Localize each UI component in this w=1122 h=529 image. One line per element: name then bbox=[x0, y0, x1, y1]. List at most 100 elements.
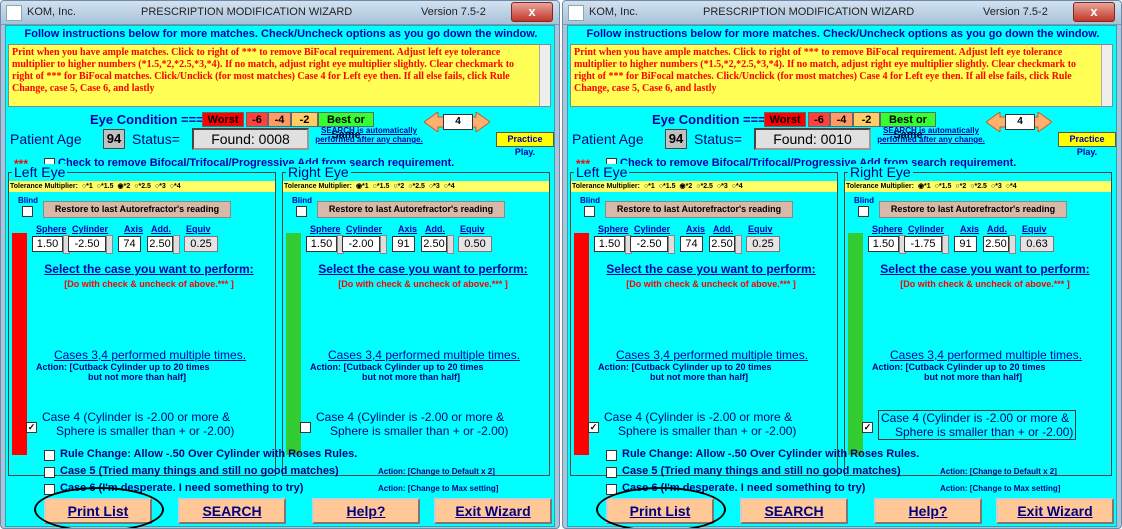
left-rx-input-2[interactable]: 74 bbox=[680, 236, 703, 252]
tolerance-radio-0[interactable]: ◉*1 bbox=[918, 183, 931, 190]
left-rx-header-3: Add. bbox=[713, 224, 733, 234]
tolerance-radio-5[interactable]: ○*4 bbox=[444, 183, 455, 190]
title-bar[interactable]: KOM, Inc. PRESCRIPTION MODIFICATION WIZAR… bbox=[563, 1, 1121, 25]
tolerance-radio-4[interactable]: ○*3 bbox=[991, 183, 1002, 190]
left-restore-button[interactable]: Restore to last Autorefractor's reading bbox=[43, 201, 231, 218]
right-rx-spinner-3[interactable] bbox=[447, 235, 454, 254]
tolerance-radio-1[interactable]: ○*1.5 bbox=[373, 183, 390, 190]
case6-checkbox[interactable] bbox=[44, 484, 55, 495]
left-blind-checkbox[interactable] bbox=[584, 206, 595, 217]
tolerance-radio-5[interactable]: ○*4 bbox=[170, 183, 181, 190]
tolerance-radio-0[interactable]: ○*1 bbox=[82, 183, 93, 190]
exit-wizard-button[interactable]: Exit Wizard bbox=[434, 498, 552, 524]
right-rx-input-0[interactable]: 1.50 bbox=[306, 236, 337, 252]
left-case4-label[interactable]: Case 4 (Cylinder is -2.00 or more & Spher… bbox=[42, 410, 234, 438]
exit-wizard-button[interactable]: Exit Wizard bbox=[996, 498, 1114, 524]
right-cases34-heading: Cases 3,4 performed multiple times. bbox=[889, 348, 1083, 362]
tolerance-radio-1[interactable]: ○*1.5 bbox=[935, 183, 952, 190]
left-rx-header-1: Cylinder bbox=[72, 224, 109, 234]
search-button[interactable]: SEARCH bbox=[740, 498, 848, 524]
instructions-scrollbar[interactable] bbox=[539, 45, 550, 106]
print-list-button[interactable]: Print List bbox=[44, 498, 152, 524]
right-blind-checkbox[interactable] bbox=[296, 206, 307, 217]
practice-play-button[interactable]: Practice Play. bbox=[1058, 132, 1116, 157]
left-case4-checkbox[interactable]: ✓ bbox=[588, 422, 599, 433]
right-rx-input-2[interactable]: 91 bbox=[392, 236, 415, 252]
left-rx-input-3[interactable]: 2.50 bbox=[709, 236, 735, 252]
right-case4-label[interactable]: Case 4 (Cylinder is -2.00 or more & Spher… bbox=[878, 410, 1077, 440]
tolerance-radio-1[interactable]: ○*1.5 bbox=[97, 183, 114, 190]
tolerance-radio-1[interactable]: ○*1.5 bbox=[659, 183, 676, 190]
right-rx-spinner-3[interactable] bbox=[1009, 235, 1016, 254]
tolerance-radio-4[interactable]: ○*3 bbox=[155, 183, 166, 190]
right-rx-header-2: Axis bbox=[960, 224, 980, 234]
left-case4-checkbox[interactable]: ✓ bbox=[26, 422, 37, 433]
right-case4-label[interactable]: Case 4 (Cylinder is -2.00 or more & Spher… bbox=[316, 410, 508, 438]
help-button[interactable]: Help? bbox=[312, 498, 420, 524]
left-equiv-value: 0.25 bbox=[746, 236, 780, 252]
right-rx-input-1[interactable]: -1.75 bbox=[904, 236, 942, 252]
print-list-button[interactable]: Print List bbox=[606, 498, 714, 524]
close-button[interactable]: x bbox=[511, 2, 553, 22]
left-rx-input-1[interactable]: -2.50 bbox=[630, 236, 668, 252]
left-rx-input-0[interactable]: 1.50 bbox=[32, 236, 63, 252]
rule-change-checkbox[interactable] bbox=[44, 450, 55, 461]
title-bar[interactable]: KOM, Inc. PRESCRIPTION MODIFICATION WIZAR… bbox=[1, 1, 559, 25]
tolerance-radio-5[interactable]: ○*4 bbox=[1006, 183, 1017, 190]
window-title: PRESCRIPTION MODIFICATION WIZARD bbox=[141, 6, 353, 18]
search-note: SEARCH is automatically performed after … bbox=[877, 126, 985, 144]
tolerance-radio-2[interactable]: ◉*2 bbox=[118, 183, 131, 190]
left-rx-input-1[interactable]: -2.50 bbox=[68, 236, 106, 252]
practice-play-button[interactable]: Practice Play. bbox=[496, 132, 554, 157]
instructions-scrollbar[interactable] bbox=[1101, 45, 1112, 106]
right-rx-input-3[interactable]: 2.50 bbox=[421, 236, 447, 252]
help-button[interactable]: Help? bbox=[874, 498, 982, 524]
tolerance-radio-4[interactable]: ○*3 bbox=[717, 183, 728, 190]
left-rx-input-3[interactable]: 2.50 bbox=[147, 236, 173, 252]
tolerance-radio-0[interactable]: ○*1 bbox=[644, 183, 655, 190]
case5-checkbox[interactable] bbox=[606, 467, 617, 478]
right-case4-checkbox[interactable] bbox=[300, 422, 311, 433]
right-rx-input-2[interactable]: 91 bbox=[954, 236, 977, 252]
case5-checkbox[interactable] bbox=[44, 467, 55, 478]
right-rx-input-1[interactable]: -2.00 bbox=[342, 236, 380, 252]
right-rx-spinner-1[interactable] bbox=[380, 235, 387, 254]
tolerance-radio-5[interactable]: ○*4 bbox=[732, 183, 743, 190]
instructions-textbox[interactable]: Print when you have ample matches. Click… bbox=[570, 44, 1113, 107]
right-restore-button[interactable]: Restore to last Autorefractor's reading bbox=[879, 201, 1067, 218]
close-button[interactable]: x bbox=[1073, 2, 1115, 22]
right-blind-checkbox[interactable] bbox=[858, 206, 869, 217]
tolerance-label: Tolerance Multiplier: bbox=[10, 183, 78, 190]
tolerance-radio-3[interactable]: ○*2.5 bbox=[970, 183, 987, 190]
search-button[interactable]: SEARCH bbox=[178, 498, 286, 524]
right-rx-input-3[interactable]: 2.50 bbox=[983, 236, 1009, 252]
tolerance-radio-3[interactable]: ○*2.5 bbox=[696, 183, 713, 190]
tolerance-radio-2[interactable]: ○*2 bbox=[955, 183, 966, 190]
tolerance-option-label: *2.5 bbox=[974, 183, 987, 190]
rule-change-checkbox[interactable] bbox=[606, 450, 617, 461]
tolerance-radio-0[interactable]: ◉*1 bbox=[356, 183, 369, 190]
right-rx-spinner-1[interactable] bbox=[942, 235, 949, 254]
tolerance-radio-3[interactable]: ○*2.5 bbox=[408, 183, 425, 190]
left-rx-spinner-1[interactable] bbox=[106, 235, 113, 254]
left-blind-checkbox[interactable] bbox=[22, 206, 33, 217]
tolerance-radio-2[interactable]: ◉*2 bbox=[680, 183, 693, 190]
left-select-case-sub: [Do with check & uncheck of above.*** ] bbox=[64, 279, 234, 289]
left-rx-spinner-3[interactable] bbox=[173, 235, 180, 254]
instructions-textbox[interactable]: Print when you have ample matches. Click… bbox=[8, 44, 551, 107]
left-rx-input-0[interactable]: 1.50 bbox=[594, 236, 625, 252]
right-restore-button[interactable]: Restore to last Autorefractor's reading bbox=[317, 201, 505, 218]
screenshot-stage: KOM, Inc. PRESCRIPTION MODIFICATION WIZAR… bbox=[0, 0, 1122, 529]
tolerance-radio-2[interactable]: ○*2 bbox=[393, 183, 404, 190]
right-rx-input-0[interactable]: 1.50 bbox=[868, 236, 899, 252]
tolerance-radio-4[interactable]: ○*3 bbox=[429, 183, 440, 190]
left-restore-button[interactable]: Restore to last Autorefractor's reading bbox=[605, 201, 793, 218]
left-case4-label[interactable]: Case 4 (Cylinder is -2.00 or more & Spher… bbox=[604, 410, 796, 438]
right-select-case-heading: Select the case you want to perform: bbox=[318, 262, 528, 276]
case6-checkbox[interactable] bbox=[606, 484, 617, 495]
left-rx-spinner-1[interactable] bbox=[668, 235, 675, 254]
tolerance-radio-3[interactable]: ○*2.5 bbox=[134, 183, 151, 190]
right-case4-checkbox[interactable]: ✓ bbox=[862, 422, 873, 433]
left-rx-spinner-3[interactable] bbox=[735, 235, 742, 254]
left-rx-input-2[interactable]: 74 bbox=[118, 236, 141, 252]
